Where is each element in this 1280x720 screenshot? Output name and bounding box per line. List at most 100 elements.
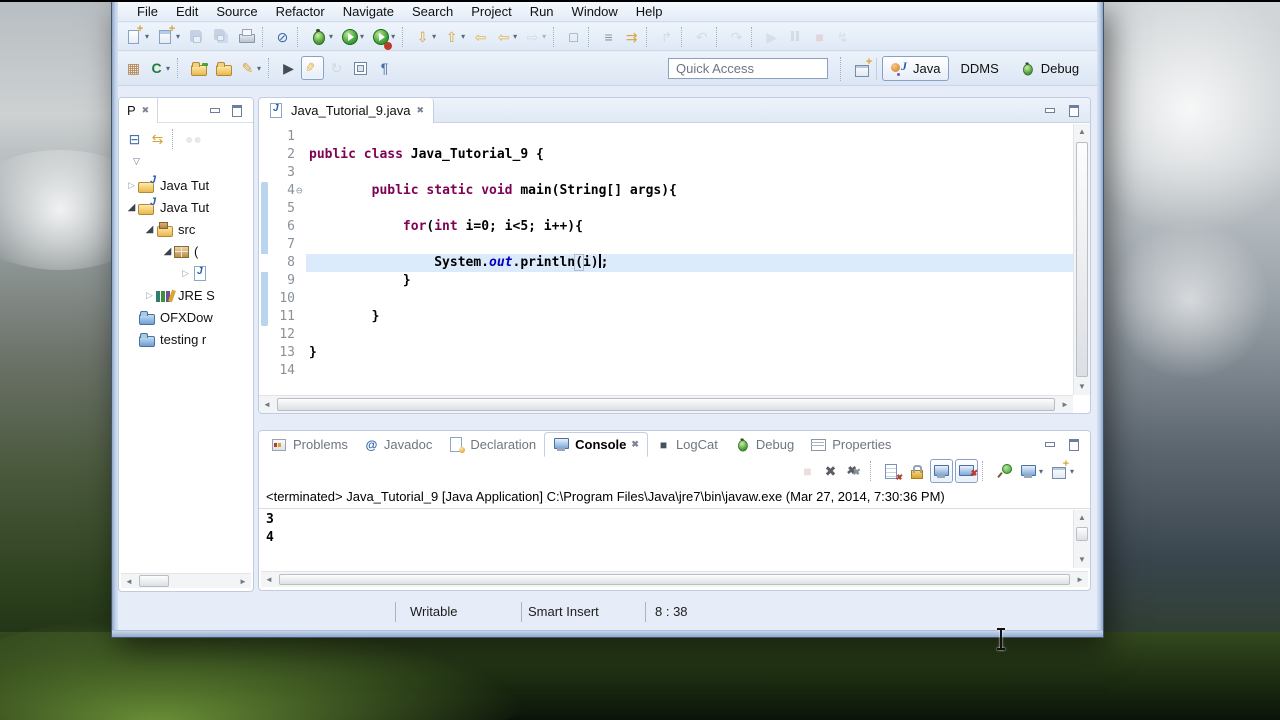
scroll-left-icon[interactable]: ◄ (261, 572, 277, 588)
close-icon[interactable]: ✖ (142, 105, 150, 116)
open-perspective-button[interactable] (851, 56, 874, 81)
breadcrumb-button[interactable]: ▶ (278, 56, 299, 80)
maximize-editor-button[interactable] (1067, 104, 1080, 117)
tree-expander-icon[interactable]: ◢ (143, 224, 156, 235)
console-tab-console[interactable]: Console ✖ (544, 432, 648, 457)
perspective-java[interactable]: Java (882, 56, 950, 81)
tree-item[interactable]: ▷ Java Tut (119, 174, 253, 196)
tree-expander-icon[interactable]: ▷ (179, 268, 192, 279)
new-java-class-button[interactable]: C ▾ (146, 56, 173, 80)
show-stdout-toggle[interactable] (929, 459, 953, 483)
code-line[interactable]: 7 (259, 236, 1073, 254)
menu-project[interactable]: Project (462, 2, 520, 21)
package-explorer-tab[interactable]: P ✖ (119, 98, 159, 123)
console-output[interactable]: 34 (259, 510, 1073, 568)
show-source-only-toggle[interactable] (349, 56, 372, 80)
next-annotation-button[interactable]: ≡ (598, 25, 619, 49)
code-line[interactable]: 3 (259, 164, 1073, 182)
code-line[interactable]: 8 System.out.println(i); (259, 254, 1073, 272)
console-tab-properties[interactable]: Properties (802, 432, 899, 457)
menu-file[interactable]: File (128, 2, 167, 21)
code-line[interactable]: 2 public class Java_Tutorial_9 { (259, 146, 1073, 164)
last-edit-location-button[interactable]: ⇦ (470, 25, 491, 49)
debug-button[interactable]: ▾ (307, 25, 336, 49)
console-tab-javadoc[interactable]: @ Javadoc (356, 432, 440, 457)
scroll-up-icon[interactable]: ▲ (1074, 510, 1090, 526)
scroll-right-icon[interactable]: ► (1072, 572, 1088, 588)
menu-run[interactable]: Run (521, 2, 563, 21)
code-line[interactable]: 11 } (259, 308, 1073, 326)
profile-button[interactable]: ▾ (369, 25, 398, 49)
commit-button[interactable]: ⇧ ▾ (441, 25, 468, 49)
code-editor[interactable]: 1 2 public class Java_Tutorial_9 {3 4 ⊖ publ… (259, 124, 1073, 395)
editor-horizontal-scrollbar[interactable]: ◄ ► (259, 395, 1073, 413)
maximize-console-button[interactable] (1067, 438, 1080, 451)
console-tab-problems[interactable]: Problems (263, 432, 356, 457)
perspective-debug[interactable]: Debug (1010, 56, 1088, 81)
new-wizard-button[interactable]: ▾ (154, 23, 183, 49)
scrollbar-thumb[interactable] (1076, 527, 1088, 541)
pin-console-toggle[interactable] (992, 459, 1015, 483)
scrollbar-thumb[interactable] (1076, 142, 1088, 377)
code-line[interactable]: 13} (259, 344, 1073, 362)
tree-item[interactable]: ◢ src (119, 218, 253, 240)
console-tab-logcat[interactable]: ■ LogCat (648, 432, 726, 457)
link-with-editor-button[interactable]: ⇆ (147, 127, 168, 151)
editor-vertical-scrollbar[interactable]: ▲ ▼ (1073, 124, 1090, 395)
remove-all-terminated-button[interactable] (843, 459, 866, 483)
tree-item[interactable]: testing r (119, 328, 253, 350)
menu-edit[interactable]: Edit (167, 2, 207, 21)
run-button[interactable]: ▾ (338, 25, 367, 49)
annotate-button[interactable]: ✎ ▾ (237, 56, 264, 80)
quick-access-input[interactable] (668, 58, 828, 79)
print-button[interactable] (235, 25, 258, 49)
scroll-left-icon[interactable]: ◄ (259, 397, 275, 413)
scroll-lock-toggle[interactable] (905, 459, 928, 483)
console-tab-debug[interactable]: Debug (726, 432, 802, 457)
scroll-right-icon[interactable]: ► (235, 574, 251, 590)
perspective-ddms[interactable]: DDMS (951, 56, 1007, 81)
console-tab-declaration[interactable]: Declaration (440, 432, 544, 457)
code-line[interactable]: 10 (259, 290, 1073, 308)
tree-expander-icon[interactable]: ◢ (161, 246, 174, 257)
update-button[interactable]: ⇩ ▾ (412, 25, 439, 49)
tree-expander-icon[interactable]: ▷ (143, 290, 156, 301)
tree-item[interactable]: ◢ Java Tut (119, 196, 253, 218)
menu-window[interactable]: Window (563, 2, 627, 21)
tree-expander-icon[interactable]: ▷ (125, 180, 138, 191)
open-task-button[interactable] (187, 56, 210, 80)
new-java-project-button[interactable]: ▦ (123, 56, 144, 80)
horizontal-scrollbar[interactable]: ◄ ► (121, 573, 251, 588)
skip-all-breakpoints-button[interactable]: ⊘ (272, 25, 293, 49)
scroll-up-icon[interactable]: ▲ (1074, 124, 1090, 140)
maximize-view-button[interactable] (230, 104, 243, 117)
open-console-button[interactable]: ▾ (1048, 458, 1077, 483)
menu-search[interactable]: Search (403, 2, 462, 21)
tree-item[interactable]: OFXDow (119, 306, 253, 328)
code-line[interactable]: 14 (259, 362, 1073, 380)
scroll-right-icon[interactable]: ► (1057, 397, 1073, 413)
view-menu-arrow-icon[interactable]: ▽ (133, 156, 140, 167)
scrollbar-thumb[interactable] (139, 575, 169, 587)
minimize-console-button[interactable] (1043, 438, 1056, 449)
menu-navigate[interactable]: Navigate (334, 2, 403, 21)
scroll-down-icon[interactable]: ▼ (1074, 552, 1090, 568)
menu-refactor[interactable]: Refactor (267, 2, 334, 21)
scrollbar-thumb[interactable] (277, 398, 1055, 411)
fold-minus-icon[interactable]: ⊖ (296, 182, 303, 200)
tree-item[interactable]: ▷ JRE S (119, 284, 253, 306)
tree-item[interactable]: ▷ (119, 262, 253, 284)
editor-tab[interactable]: Java_Tutorial_9.java ✖ (259, 98, 435, 123)
console-horizontal-scrollbar[interactable]: ◄ ► (261, 571, 1088, 587)
scrollbar-thumb[interactable] (279, 574, 1070, 585)
show-stderr-toggle[interactable] (954, 459, 978, 483)
code-line[interactable]: 6 for(int i=0; i<5; i++){ (259, 218, 1073, 236)
scroll-left-icon[interactable]: ◄ (121, 574, 137, 590)
clear-console-button[interactable] (880, 459, 903, 483)
back-button[interactable]: ⇦ ▾ (493, 25, 520, 49)
display-console-button[interactable]: ▾ (1017, 459, 1046, 483)
collapse-all-button[interactable]: ⊟ (124, 127, 145, 151)
last-location-button[interactable]: ⇉ (621, 25, 642, 49)
code-line[interactable]: 1 (259, 128, 1073, 146)
menu-source[interactable]: Source (207, 2, 266, 21)
